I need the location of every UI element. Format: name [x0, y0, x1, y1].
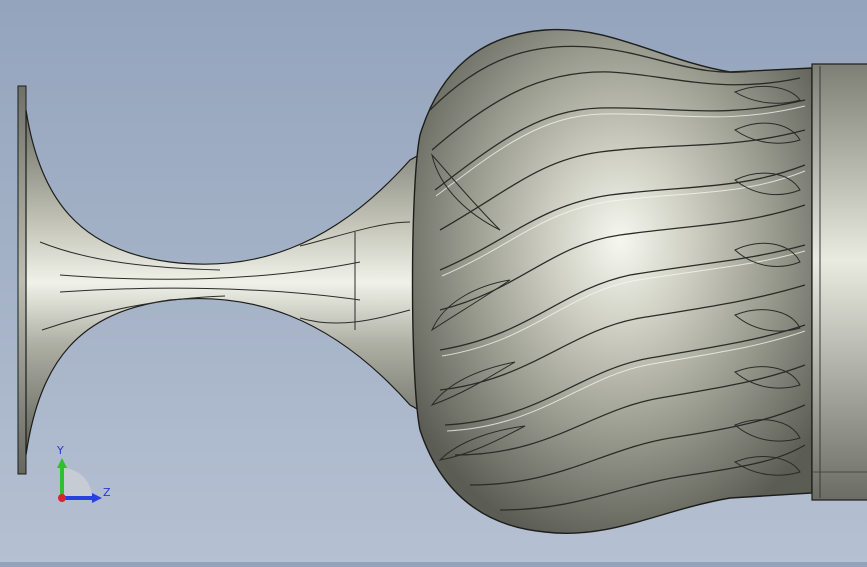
cad-graphics-viewport[interactable]: Y Z — [0, 0, 867, 562]
z-axis-label: Z — [103, 486, 111, 499]
reference-triad: Y Z — [50, 440, 120, 510]
goblet-model[interactable] — [0, 0, 867, 562]
goblet-foot-disc — [17, 85, 27, 475]
x-axis-dot — [58, 494, 66, 502]
goblet-stem — [25, 109, 429, 456]
y-axis-label: Y — [56, 444, 64, 457]
